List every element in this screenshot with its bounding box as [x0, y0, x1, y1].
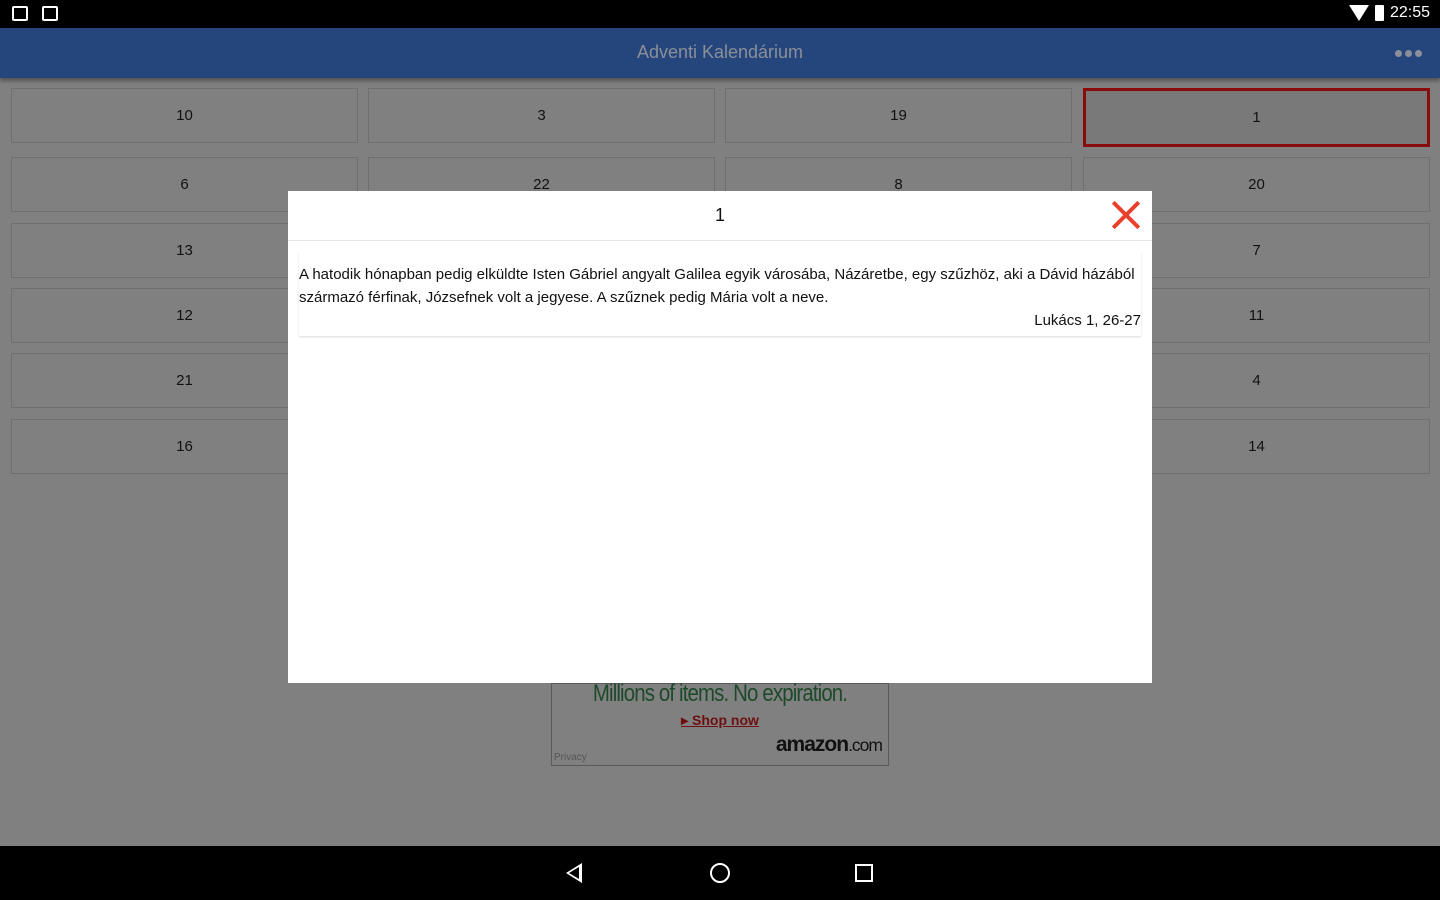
image-icon: [42, 6, 58, 21]
day-cell[interactable]: 10: [11, 88, 358, 143]
ad-brand-suffix: .com: [848, 735, 883, 755]
ad-privacy-link[interactable]: Privacy: [554, 752, 587, 763]
clock: 22:55: [1389, 4, 1430, 21]
dialog-title: 1: [714, 205, 725, 225]
wifi-icon: [1348, 5, 1369, 21]
recents-icon[interactable]: [855, 864, 873, 882]
home-icon[interactable]: [710, 863, 730, 883]
status-bar: 22:55: [0, 0, 1440, 28]
ad-shop-now-link[interactable]: ▸ Shop now: [552, 712, 888, 729]
more-dots-icon[interactable]: [1395, 50, 1422, 57]
app-title: Adventi Kalendárium: [636, 42, 804, 62]
back-icon[interactable]: [566, 863, 582, 883]
day-cell[interactable]: 3: [368, 88, 715, 143]
ad-headline: Millions of items. No expiration.: [592, 680, 848, 707]
ad-banner[interactable]: Millions of items. No expiration. ▸ Shop…: [551, 680, 889, 766]
verse-reference: Lukács 1, 26-27: [1034, 312, 1141, 329]
ad-cta-text[interactable]: Shop now: [692, 712, 759, 728]
day-cell[interactable]: 19: [725, 88, 1072, 143]
ad-brand: amazon: [775, 733, 849, 756]
verse-card: A hatodik hónapban pedig elküldte Isten …: [299, 252, 1141, 336]
verse-text: A hatodik hónapban pedig elküldte Isten …: [299, 266, 1135, 306]
amazon-logo: amazon.com: [775, 733, 883, 757]
close-icon[interactable]: [1110, 199, 1142, 231]
nav-bar: [0, 846, 1440, 900]
day-cell[interactable]: 1: [1083, 88, 1430, 147]
day-dialog: 1 A hatodik hónapban pedig elküldte Iste…: [288, 191, 1152, 683]
gmail-icon: [12, 6, 28, 21]
battery-icon: [1374, 5, 1384, 21]
app-bar: Adventi Kalendárium: [0, 28, 1440, 78]
